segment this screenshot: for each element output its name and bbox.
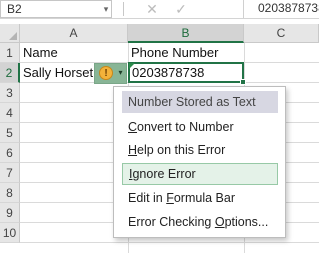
chevron-down-icon: ▾ bbox=[118, 68, 123, 77]
grid-line bbox=[20, 242, 319, 243]
select-all-triangle-icon bbox=[9, 32, 17, 40]
row-header-7[interactable]: 7 bbox=[0, 163, 20, 183]
formula-bar-separator bbox=[123, 2, 124, 16]
cell-a2[interactable]: Sally Horset bbox=[23, 63, 95, 83]
row-header-9[interactable]: 9 bbox=[0, 203, 20, 223]
menu-item-edit-in-formula-bar[interactable]: Edit in Formula Bar bbox=[122, 187, 278, 209]
menu-item-convert-to-number[interactable]: Convert to Number bbox=[122, 116, 278, 138]
cell-b1[interactable]: Phone Number bbox=[131, 43, 243, 63]
error-indicator-triangle-icon bbox=[129, 63, 135, 69]
row-header-10[interactable]: 10 bbox=[0, 223, 20, 243]
column-header-c[interactable]: C bbox=[244, 24, 319, 43]
column-header-a[interactable]: A bbox=[20, 24, 128, 43]
row-header-2[interactable]: 2 bbox=[0, 63, 20, 83]
fill-handle[interactable] bbox=[240, 79, 246, 85]
formula-input[interactable]: 0203878738 bbox=[243, 0, 319, 18]
column-header-b[interactable]: B bbox=[128, 24, 244, 43]
warning-icon: ! bbox=[99, 66, 113, 80]
cell-a1[interactable]: Name bbox=[23, 43, 127, 63]
row-header-4[interactable]: 4 bbox=[0, 103, 20, 123]
row-header-8[interactable]: 8 bbox=[0, 183, 20, 203]
name-box[interactable]: B2 bbox=[0, 0, 112, 18]
row-header-6[interactable]: 6 bbox=[0, 143, 20, 163]
row-header-5[interactable]: 5 bbox=[0, 123, 20, 143]
name-box-dropdown-icon[interactable]: ▾ bbox=[100, 0, 112, 18]
row-header-3[interactable]: 3 bbox=[0, 83, 20, 103]
menu-item-error-checking-options[interactable]: Error Checking Options... bbox=[122, 211, 278, 233]
menu-header-number-stored-as-text: Number Stored as Text bbox=[122, 91, 278, 113]
enter-check-icon[interactable]: ✓ bbox=[172, 0, 190, 18]
menu-item-ignore-error[interactable]: Ignore Error bbox=[122, 163, 278, 185]
cancel-icon[interactable]: ✕ bbox=[143, 0, 161, 18]
active-cell-border bbox=[128, 62, 244, 83]
menu-item-help-on-this-error[interactable]: Help on this Error bbox=[122, 139, 278, 161]
row-header-1[interactable]: 1 bbox=[0, 43, 20, 63]
